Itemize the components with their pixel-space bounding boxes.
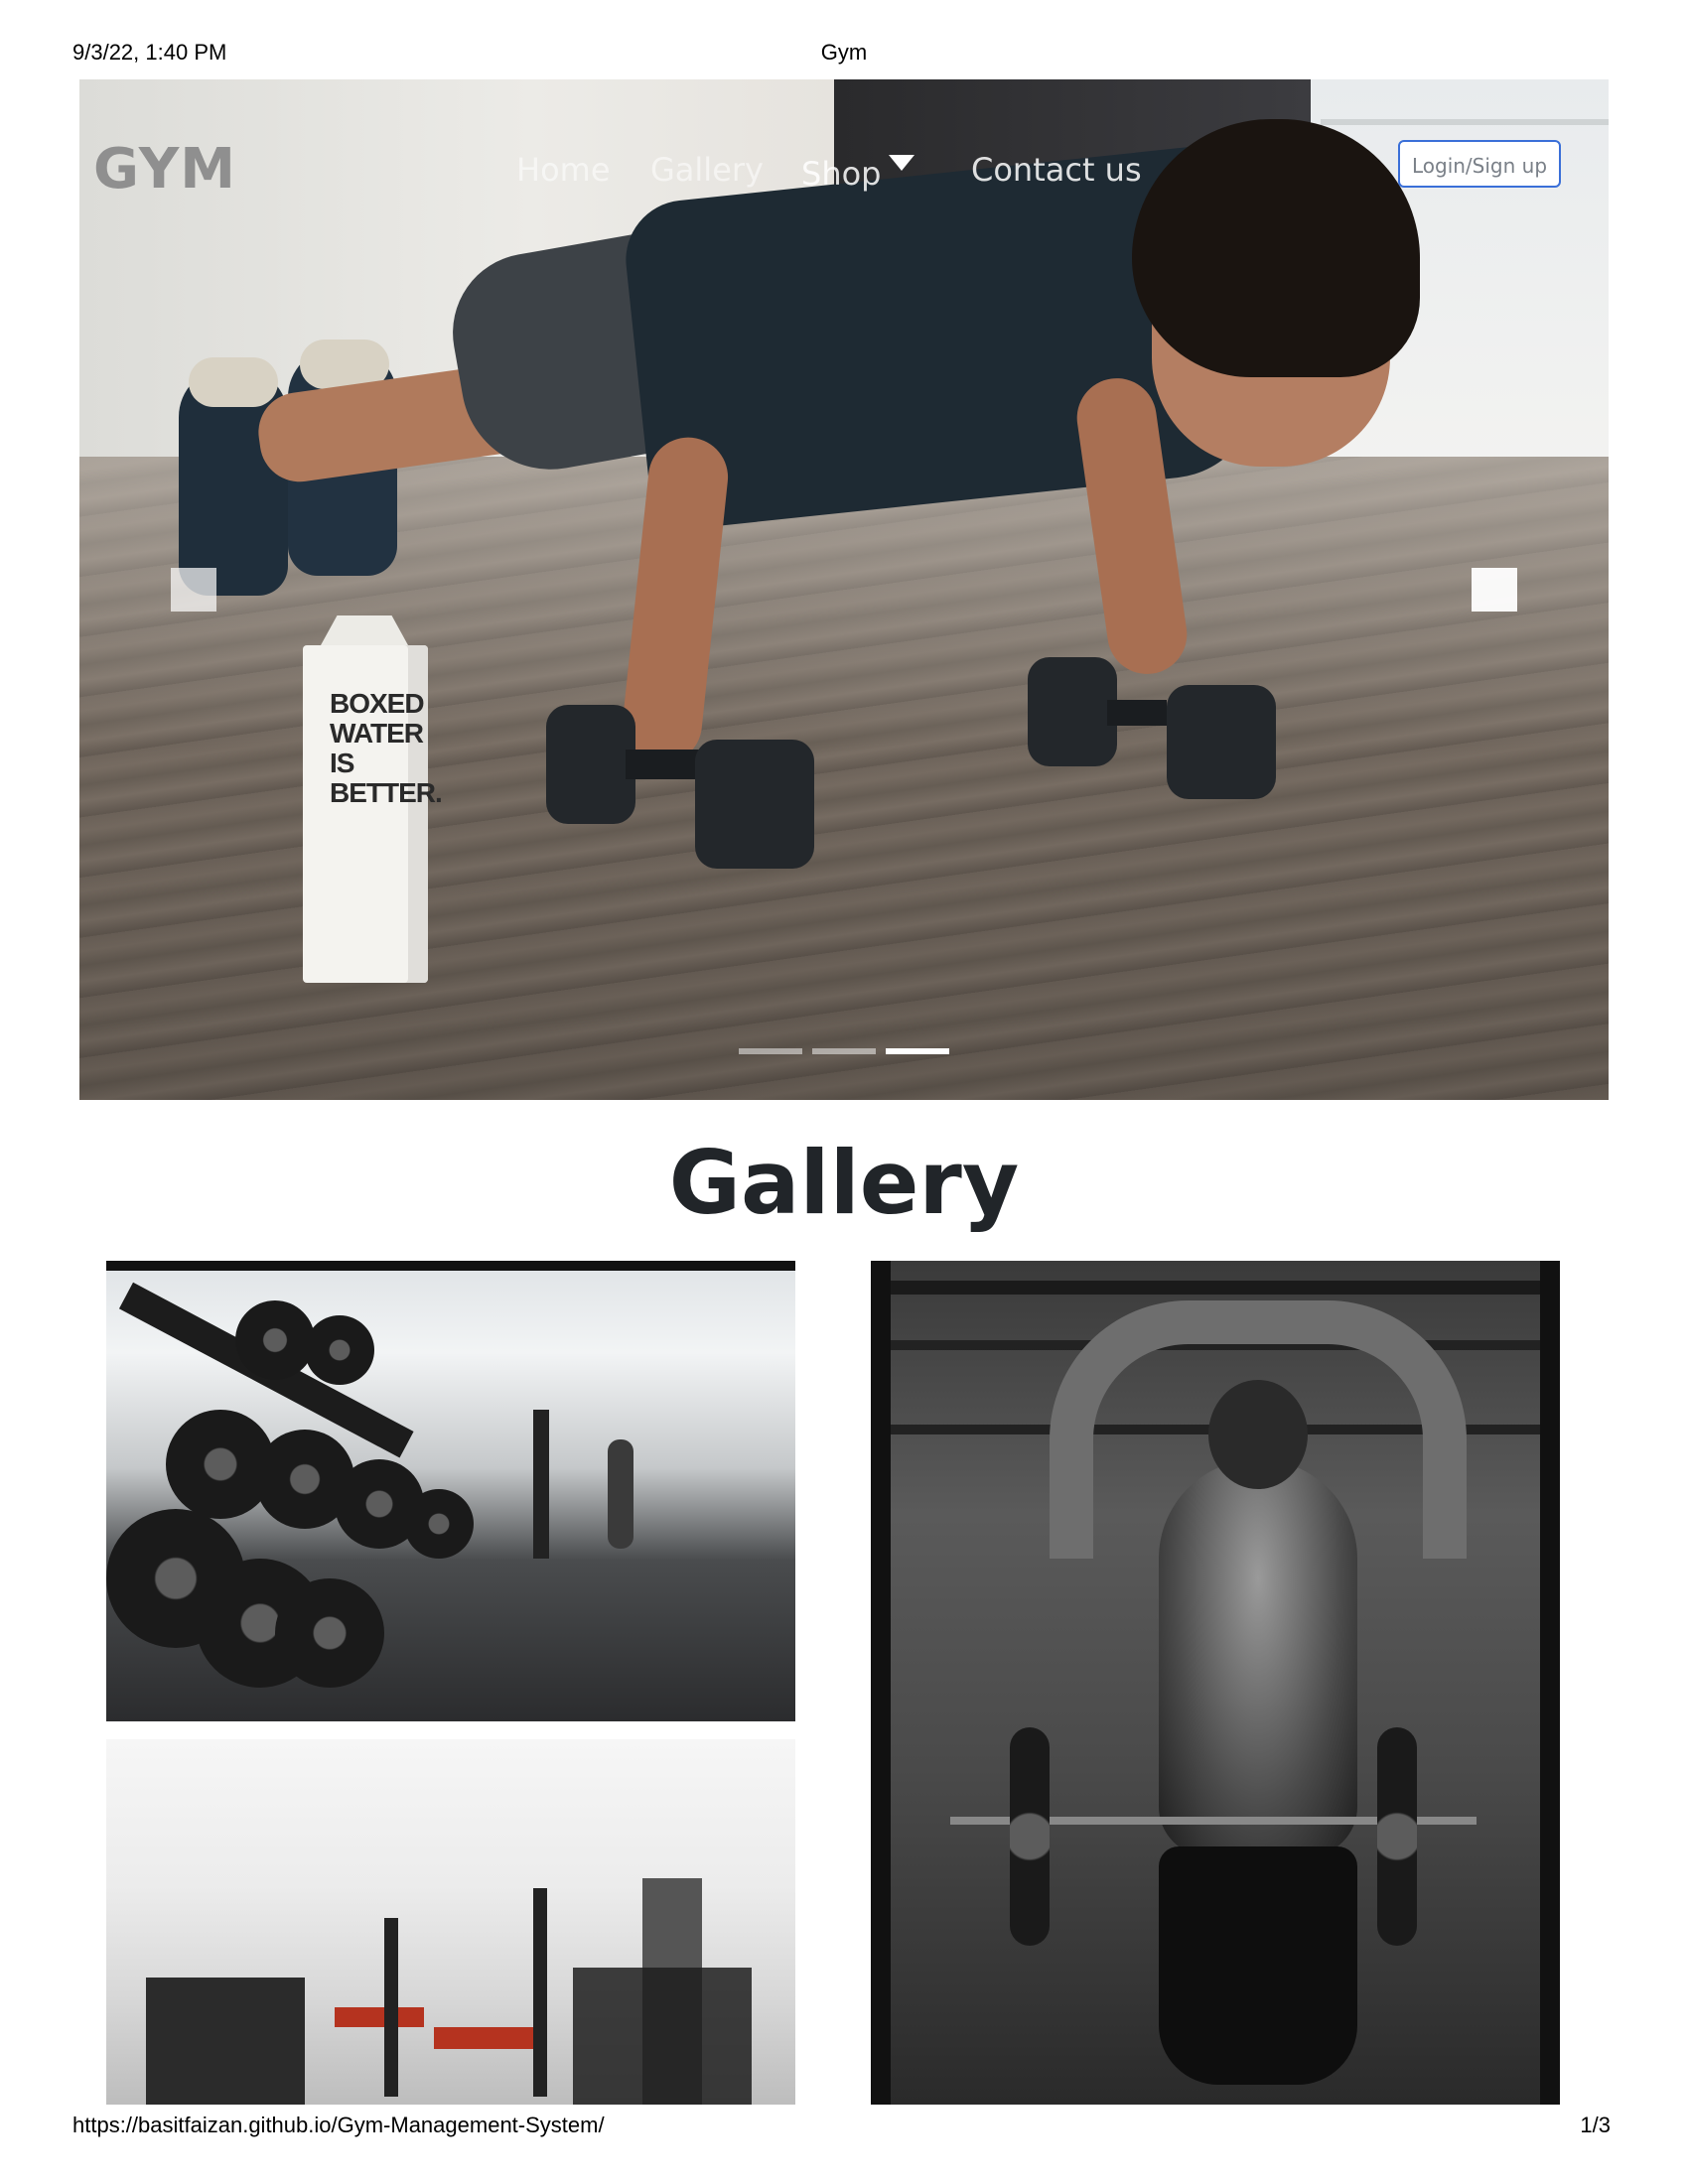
nav-home[interactable]: Home xyxy=(516,151,611,189)
cable-post-2 xyxy=(533,1888,547,2097)
carton-line-1: BOXED xyxy=(330,688,425,719)
carton-line-3: IS xyxy=(330,748,354,778)
gallery-heading: Gallery xyxy=(668,1132,1020,1234)
carousel-indicator-1[interactable] xyxy=(739,1048,802,1054)
dumbbell-3 xyxy=(275,1578,384,1688)
nav-contact[interactable]: Contact us xyxy=(971,151,1142,189)
cable-post-1 xyxy=(384,1918,398,2097)
weight-plate-left xyxy=(1010,1727,1050,1946)
carton-line-4: BETTER. xyxy=(330,777,443,808)
gym-machine-post xyxy=(533,1410,549,1559)
pullup-bar xyxy=(871,1281,1560,1295)
athlete-back xyxy=(1159,1459,1357,1856)
carousel-indicator-2[interactable] xyxy=(812,1048,876,1054)
carousel-next-icon[interactable] xyxy=(1472,568,1517,612)
dumbbell-left-plate-b xyxy=(695,740,814,869)
dumbbell-7 xyxy=(404,1489,474,1559)
water-carton-label: BOXED WATER IS BETTER. xyxy=(330,688,443,808)
gallery-image-dumbbell-rack xyxy=(106,1261,795,1721)
print-page-number: 1/3 xyxy=(1580,2113,1611,2137)
login-signup-button[interactable]: Login/Sign up xyxy=(1398,140,1561,188)
hero-carousel: BOXED WATER IS BETTER. xyxy=(79,79,1609,1100)
nav-gallery[interactable]: Gallery xyxy=(650,151,764,189)
athlete-head xyxy=(1208,1380,1308,1489)
caret-down-icon[interactable] xyxy=(889,155,914,171)
rack-upright-right xyxy=(1540,1261,1560,2105)
dumbbell-right-plate-b xyxy=(1167,685,1276,799)
navbar: GYM Home Gallery Shop Contact us Login/S… xyxy=(79,79,1609,202)
nav-shop[interactable]: Shop xyxy=(801,155,881,193)
carton-line-2: WATER xyxy=(330,718,424,749)
carousel-prev-icon[interactable] xyxy=(171,568,216,612)
shoe-sole-left xyxy=(189,357,278,407)
dumbbell-8 xyxy=(235,1300,315,1380)
equipment-cluster xyxy=(573,1968,752,2105)
dumbbell-right-bar xyxy=(1107,700,1167,726)
red-bench-1 xyxy=(335,2007,424,2027)
weight-plate-right xyxy=(1377,1727,1417,1946)
dumbbell-9 xyxy=(305,1315,374,1385)
person-exercising xyxy=(608,1439,633,1549)
dumbbell-right-plate-a xyxy=(1028,657,1117,766)
carousel-indicator-3[interactable] xyxy=(886,1048,949,1054)
gallery-image-gym-interior xyxy=(106,1739,795,2105)
print-page-title: Gym xyxy=(820,40,868,65)
red-bench-2 xyxy=(434,2027,543,2049)
dumbbell-stand xyxy=(146,1978,305,2105)
dumbbell-left-bar xyxy=(626,750,705,779)
print-url: https://basitfaizan.github.io/Gym-Manage… xyxy=(72,2113,605,2137)
ceiling-light xyxy=(106,1261,795,1271)
athlete-pants xyxy=(1159,1846,1357,2085)
gallery-image-pullup xyxy=(871,1261,1560,2105)
brand-logo[interactable]: GYM xyxy=(93,137,236,202)
rack-upright-left xyxy=(871,1261,891,2105)
dumbbell-left-plate-a xyxy=(546,705,635,824)
